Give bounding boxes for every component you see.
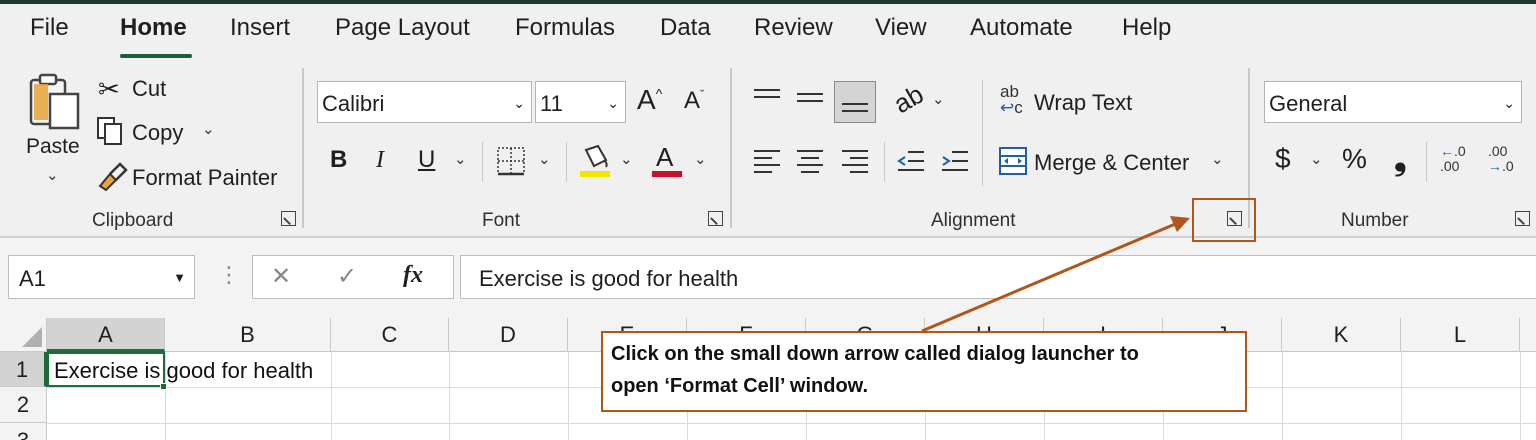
- annotation-callout: Click on the small down arrow called dia…: [601, 331, 1247, 412]
- callout-line-2: open ‘Format Cell’ window.: [611, 375, 869, 397]
- callout-line-1: Click on the small down arrow called dia…: [611, 343, 1139, 365]
